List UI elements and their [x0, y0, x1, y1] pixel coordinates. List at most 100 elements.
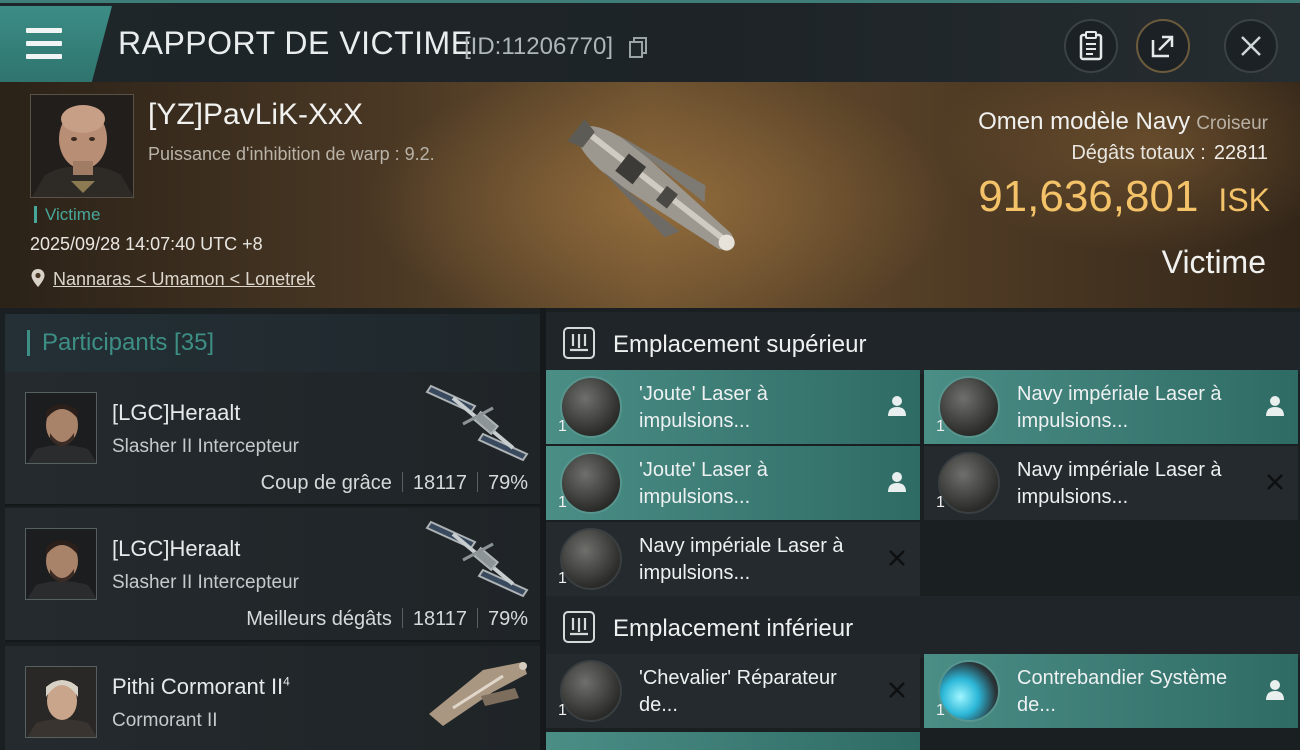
- victim-ship-class: Croiseur: [1196, 113, 1268, 134]
- fitting-panel: Emplacement supérieur 1 'Joute' Laser à …: [546, 308, 1300, 750]
- participant-ship-image: [425, 384, 529, 462]
- copy-icon[interactable]: [628, 37, 648, 59]
- module-name: Navy impériale Laser à impulsions...: [1017, 383, 1222, 432]
- stat-divider: [476, 608, 478, 628]
- laser-module-icon: [560, 528, 622, 590]
- module-item[interactable]: 1 'Joute' Laser à impulsions...: [546, 370, 920, 444]
- isk-amount: 91,636,801: [978, 172, 1199, 221]
- module-qty: 1: [936, 494, 945, 511]
- close-button[interactable]: [1224, 19, 1278, 73]
- module-item-partial[interactable]: [546, 732, 920, 750]
- participants-panel: Participants [35] [LGC]Heraalt Slasher I…: [0, 308, 540, 750]
- person-icon: [1266, 396, 1284, 416]
- participant-avatar[interactable]: [25, 392, 97, 464]
- destroyed-icon: [889, 682, 905, 698]
- menu-icon-bar: [26, 41, 62, 46]
- participant-damage: 18117: [412, 608, 467, 630]
- module-item[interactable]: 1 Contrebandier Système de...: [924, 654, 1298, 728]
- participant-stat-label: Meilleurs dégâts: [246, 608, 392, 630]
- report-id: [ID:11206770]: [464, 33, 614, 60]
- module-item[interactable]: 1 Navy impériale Laser à impulsions...: [924, 446, 1298, 520]
- module-name: Contrebandier Système de...: [1017, 667, 1228, 716]
- destroyed-icon: [1267, 474, 1283, 490]
- participants-header[interactable]: Participants [35]: [5, 314, 540, 374]
- victim-ship-image[interactable]: [540, 86, 770, 300]
- module-item[interactable]: 1 'Chevalier' Réparateur de...: [546, 654, 920, 728]
- participant-portrait-image: [26, 667, 96, 737]
- smuggler-module-icon: [938, 660, 1000, 722]
- participant-card[interactable]: [LGC]Heraalt Slasher II Intercepteur Mei…: [5, 508, 540, 642]
- kill-datetime: 2025/09/28 14:07:40 UTC +8: [30, 234, 263, 254]
- low-slot-title: Emplacement inférieur: [613, 615, 854, 642]
- module-qty: 1: [558, 494, 567, 511]
- laser-module-icon: [560, 452, 622, 514]
- location-link[interactable]: Nannaras < Umamon < Lonetrek: [53, 269, 315, 290]
- participant-card[interactable]: [LGC]Heraalt Slasher II Intercepteur Cou…: [5, 372, 540, 506]
- high-slot-title: Emplacement supérieur: [613, 331, 867, 358]
- participant-ship: Slasher II Intercepteur: [112, 436, 299, 457]
- participant-portrait-image: [26, 529, 96, 599]
- warp-disruption-text: Puissance d'inhibition de warp : 9.2.: [148, 144, 435, 164]
- destroyed-icon: [889, 550, 905, 566]
- victim-ship-name[interactable]: Omen modèle Navy: [978, 108, 1190, 135]
- module-item[interactable]: 1 Navy impériale Laser à impulsions...: [924, 370, 1298, 444]
- participants-title: Participants [35]: [27, 330, 214, 356]
- victim-ship-line: Omen modèle Navy Croiseur: [978, 108, 1268, 136]
- total-damage-label: Dégâts totaux :: [1071, 142, 1206, 164]
- total-damage: Dégâts totaux : 22811: [1071, 142, 1268, 165]
- participant-damage: 18117: [412, 472, 467, 494]
- isk-value: 91,636,801 ISK: [978, 172, 1270, 222]
- participant-stat-label: Coup de grâce: [260, 472, 392, 494]
- laser-module-icon: [938, 376, 1000, 438]
- module-name: 'Joute' Laser à impulsions...: [639, 383, 768, 432]
- high-slot-icon: [563, 327, 595, 359]
- stat-divider: [401, 608, 403, 628]
- participant-portrait-image: [26, 393, 96, 463]
- participant-card[interactable]: Pithi Cormorant II4 Cormorant II: [5, 646, 540, 750]
- share-icon: [1151, 35, 1174, 58]
- module-qty: 1: [936, 702, 945, 719]
- high-slot-header: Emplacement supérieur: [546, 312, 1300, 374]
- laser-module-icon: [560, 376, 622, 438]
- module-name: 'Joute' Laser à impulsions...: [639, 459, 768, 508]
- menu-button[interactable]: [0, 6, 112, 82]
- module-name: Navy impériale Laser à impulsions...: [639, 535, 844, 584]
- participant-avatar[interactable]: [25, 528, 97, 600]
- module-item[interactable]: 1 Navy impériale Laser à impulsions...: [546, 522, 920, 596]
- participant-avatar[interactable]: [25, 666, 97, 738]
- victim-name[interactable]: [YZ]PavLiK-XxX: [148, 98, 363, 132]
- module-item[interactable]: 1 'Joute' Laser à impulsions...: [546, 446, 920, 520]
- victim-avatar[interactable]: [30, 94, 134, 198]
- person-icon: [888, 396, 906, 416]
- participant-name[interactable]: [LGC]Heraalt: [112, 536, 240, 562]
- module-qty: 1: [936, 418, 945, 435]
- participant-name[interactable]: [LGC]Heraalt: [112, 400, 240, 426]
- person-icon: [888, 472, 906, 492]
- report-header: RAPPORT DE VICTIME [ID:11206770]: [0, 0, 1300, 82]
- module-name: 'Chevalier' Réparateur de...: [639, 667, 837, 716]
- participant-ship: Slasher II Intercepteur: [112, 572, 299, 593]
- participant-ship-image: [425, 520, 529, 598]
- laser-module-icon: [938, 452, 1000, 514]
- clipboard-button[interactable]: [1064, 19, 1118, 73]
- participant-ship-image: [429, 662, 527, 726]
- repairer-module-icon: [560, 660, 622, 722]
- low-slot-icon: [563, 611, 595, 643]
- stat-divider: [476, 472, 478, 492]
- participant-percent: 79%: [487, 472, 528, 494]
- participant-stats: Coup de grâce 18117 79%: [261, 472, 528, 495]
- participant-name[interactable]: Pithi Cormorant II4: [112, 674, 290, 700]
- isk-unit: ISK: [1218, 182, 1270, 218]
- victim-role-label: Victime: [1161, 244, 1266, 280]
- low-slot-header: Emplacement inférieur: [546, 596, 1300, 658]
- close-icon: [1241, 36, 1261, 56]
- share-button[interactable]: [1136, 19, 1190, 73]
- participant-ship: Cormorant II: [112, 710, 218, 731]
- location-pin-icon: [31, 269, 45, 287]
- stat-divider: [401, 472, 403, 492]
- module-name: Navy impériale Laser à impulsions...: [1017, 459, 1222, 508]
- module-qty: 1: [558, 702, 567, 719]
- participant-name-text: Pithi Cormorant II: [112, 674, 284, 699]
- page-title: RAPPORT DE VICTIME: [118, 25, 473, 61]
- victim-summary: [YZ]PavLiK-XxX Puissance d'inhibition de…: [0, 82, 1300, 308]
